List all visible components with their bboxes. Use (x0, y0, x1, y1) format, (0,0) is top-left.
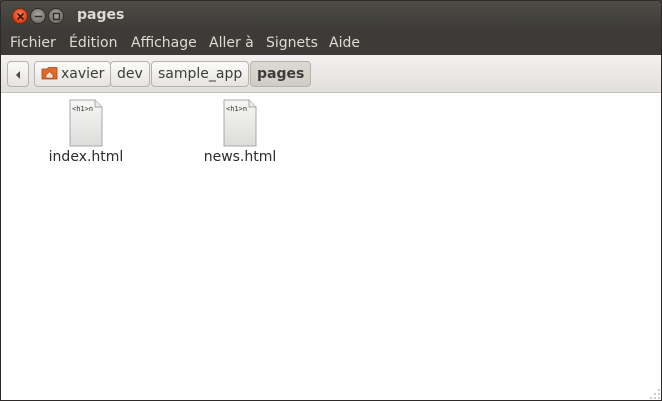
file-name: index.html (48, 149, 124, 165)
close-window-button[interactable] (12, 8, 28, 24)
menu-fichier[interactable]: Fichier (10, 35, 56, 51)
breadcrumb-pages[interactable]: pages (250, 61, 312, 87)
close-icon (17, 13, 24, 20)
menu-bar: Fichier Édition Affichage Aller à Signet… (1, 31, 661, 55)
menu-aide[interactable]: Aide (329, 35, 360, 51)
file-preview-text: <h1>n (72, 105, 93, 113)
resize-grip-icon[interactable] (649, 388, 661, 400)
breadcrumb-dev[interactable]: dev (110, 61, 150, 87)
breadcrumb-label: dev (117, 66, 143, 82)
menu-signets[interactable]: Signets (266, 35, 318, 51)
file-view[interactable]: <h1>n index.html <h1>n news.html (1, 93, 661, 400)
breadcrumb-xavier[interactable]: xavier (34, 61, 112, 87)
file-manager-window: pages Fichier Édition Affichage Aller à … (0, 0, 662, 401)
title-bar[interactable]: pages (1, 1, 661, 31)
back-button[interactable] (7, 61, 29, 87)
window-title: pages (77, 7, 125, 23)
breadcrumb-label: xavier (61, 66, 105, 82)
menu-aller-a[interactable]: Aller à (209, 35, 254, 51)
html-file-icon: <h1>n (223, 99, 257, 147)
maximize-window-button[interactable] (48, 8, 64, 24)
file-preview-text: <h1>n (226, 105, 247, 113)
html-file-icon: <h1>n (69, 99, 103, 147)
location-toolbar: xavier dev sample_app pages (1, 55, 661, 93)
breadcrumb-sample-app[interactable]: sample_app (151, 61, 250, 87)
breadcrumb-label: sample_app (158, 66, 243, 82)
maximize-icon (52, 12, 61, 21)
file-item-news-html[interactable]: <h1>n news.html (190, 99, 290, 165)
menu-affichage[interactable]: Affichage (131, 35, 197, 51)
menu-edition[interactable]: Édition (69, 35, 117, 51)
breadcrumb-label: pages (257, 66, 305, 82)
file-item-index-html[interactable]: <h1>n index.html (36, 99, 136, 165)
minimize-window-button[interactable] (30, 8, 46, 24)
minimize-icon (34, 15, 43, 18)
file-name: news.html (203, 149, 277, 165)
arrow-left-icon (16, 71, 20, 79)
home-folder-icon (41, 67, 58, 80)
